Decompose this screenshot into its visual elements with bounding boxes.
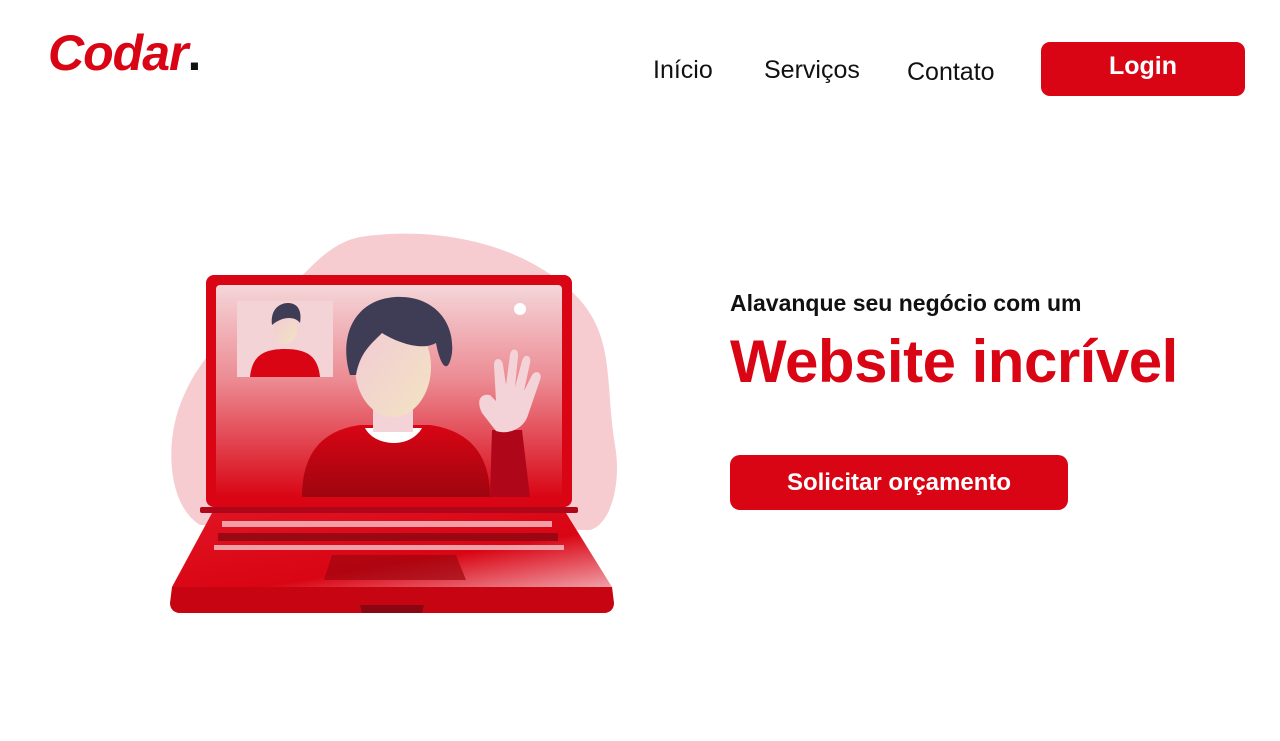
nav-link-contato[interactable]: Contato — [907, 58, 995, 87]
brand-logo[interactable]: Codar. — [48, 25, 201, 81]
nav-link-inicio[interactable]: Início — [653, 56, 713, 85]
landing-page: Codar. Início Serviços Contato Login Ala… — [0, 0, 1280, 741]
request-quote-button[interactable]: Solicitar orçamento — [730, 455, 1068, 510]
brand-logo-text: Codar — [48, 25, 188, 81]
laptop-video-call-illustration — [160, 225, 630, 625]
brand-logo-dot: . — [187, 25, 201, 81]
hero-text-block: Alavanque seu negócio com um Website inc… — [730, 290, 1178, 395]
nav-link-servicos[interactable]: Serviços — [764, 56, 860, 85]
top-navbar: Codar. Início Serviços Contato Login — [0, 0, 1280, 110]
login-button[interactable]: Login — [1041, 42, 1245, 96]
laptop-illustration-icon — [170, 233, 618, 613]
hero-headline: Website incrível — [730, 328, 1178, 395]
hero-tagline: Alavanque seu negócio com um — [730, 290, 1082, 316]
